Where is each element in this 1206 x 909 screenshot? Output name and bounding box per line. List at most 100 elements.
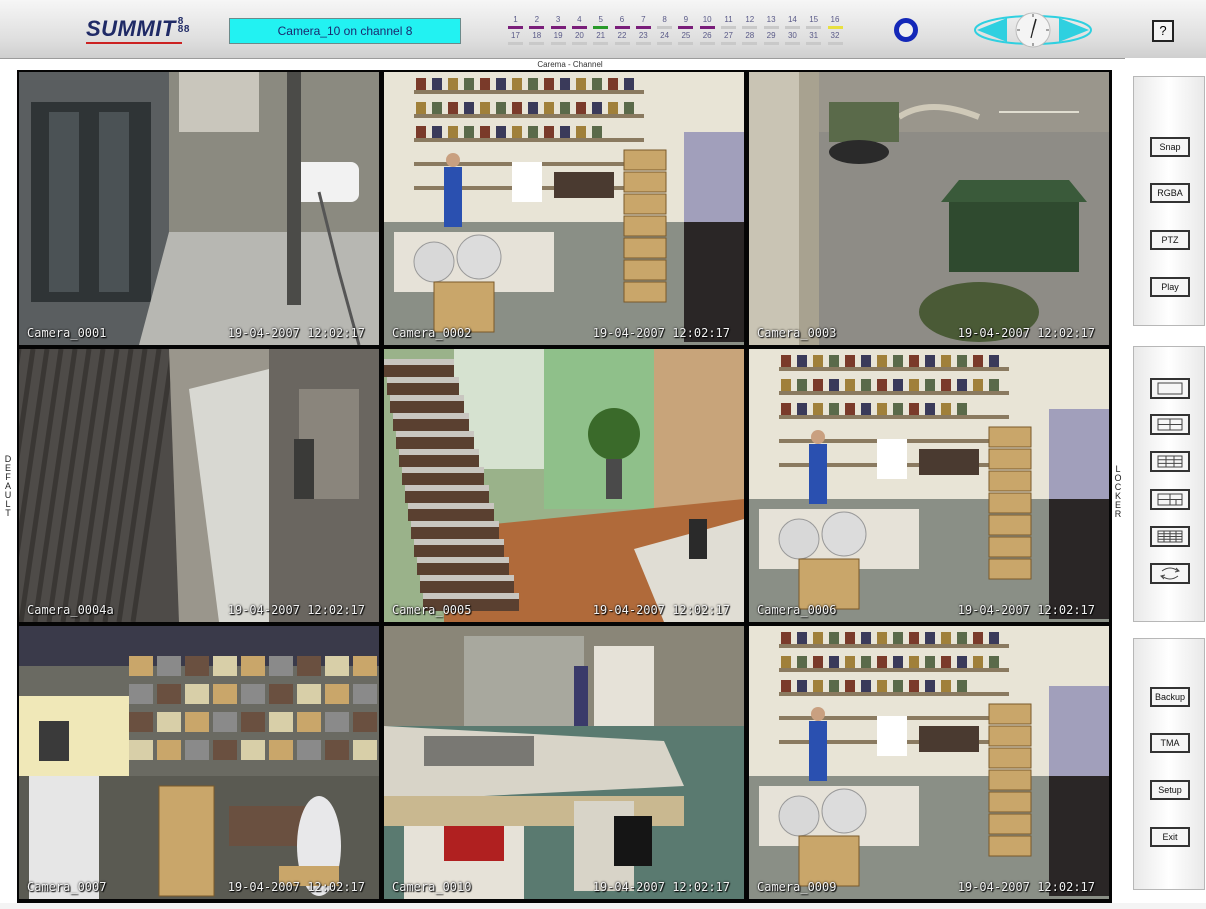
channel-21[interactable]: 21	[592, 30, 609, 45]
layout-mixed-button[interactable]	[1150, 489, 1190, 510]
play-button[interactable]: Play	[1150, 277, 1190, 297]
camera-feed-image	[384, 72, 744, 345]
channel-11[interactable]: 11	[720, 14, 737, 29]
channel-14[interactable]: 14	[784, 14, 801, 29]
channel-8[interactable]: 8	[656, 14, 673, 29]
camera-tile[interactable]: Camera_0003 19-04-2007 12:02:17	[749, 72, 1109, 345]
channel-status-bar	[721, 42, 736, 45]
channel-status-bar	[763, 26, 779, 29]
camera-tile[interactable]: Camera_0010 19-04-2007 12:02:17	[384, 626, 744, 899]
channel-number: 16	[830, 15, 840, 24]
exit-button[interactable]: Exit	[1150, 827, 1190, 847]
timestamp-overlay: 19-04-2007 12:02:17	[227, 880, 365, 894]
channel-number: 31	[809, 31, 819, 40]
channel-30[interactable]: 30	[784, 30, 801, 45]
camera-feed-image	[384, 626, 744, 899]
camera-feed-image	[749, 349, 1109, 622]
camera-name-overlay: Camera_0003	[757, 326, 837, 340]
channel-3[interactable]: 3	[550, 14, 567, 29]
channel-status-bar	[550, 26, 566, 29]
channel-status-bar	[806, 26, 822, 29]
layout-3x3-button[interactable]	[1150, 451, 1190, 472]
camera-tile[interactable]: Camera_0009 19-04-2007 12:02:17	[749, 626, 1109, 899]
channel-number: 24	[660, 31, 670, 40]
channel-12[interactable]: 12	[741, 14, 758, 29]
channel-5[interactable]: 5	[592, 14, 609, 29]
timestamp-overlay: 19-04-2007 12:02:17	[957, 880, 1095, 894]
channel-23[interactable]: 23	[635, 30, 652, 45]
layout-2x2-button[interactable]	[1150, 414, 1190, 435]
help-button[interactable]: ?	[1152, 20, 1174, 42]
channel-number: 28	[745, 31, 755, 40]
channel-number: 10	[702, 15, 712, 24]
channel-22[interactable]: 22	[614, 30, 631, 45]
world-clock-icon	[974, 12, 1092, 48]
camera-name-overlay: Camera_0004a	[27, 603, 114, 617]
channel-24[interactable]: 24	[656, 30, 673, 45]
snap-button[interactable]: Snap	[1150, 137, 1190, 157]
channel-4[interactable]: 4	[571, 14, 588, 29]
camera-grid: Camera_0001 19-04-2007 12:02:17 Camera_000…	[17, 70, 1112, 903]
timestamp-overlay: 19-04-2007 12:02:17	[957, 326, 1095, 340]
channel-28[interactable]: 28	[741, 30, 758, 45]
channel-15[interactable]: 15	[805, 14, 822, 29]
setup-button[interactable]: Setup	[1150, 780, 1190, 800]
ptz-button[interactable]: PTZ	[1150, 230, 1190, 250]
channel-27[interactable]: 27	[720, 30, 737, 45]
channel-32[interactable]: 32	[827, 30, 844, 45]
channel-31[interactable]: 31	[805, 30, 822, 45]
layout-1x1-icon	[1157, 382, 1183, 395]
channel-18[interactable]: 18	[528, 30, 545, 45]
timestamp-overlay: 19-04-2007 12:02:17	[592, 603, 730, 617]
layout-4x4-button[interactable]	[1150, 526, 1190, 547]
backup-button[interactable]: Backup	[1150, 687, 1190, 707]
rgba-button[interactable]: RGBA	[1150, 183, 1190, 203]
tma-button[interactable]: TMA	[1150, 733, 1190, 753]
layout-cycle-button[interactable]	[1150, 563, 1190, 584]
channel-2[interactable]: 2	[528, 14, 545, 29]
camera-tile[interactable]: Camera_0007 19-04-2007 12:02:17	[19, 626, 379, 899]
camera-tile[interactable]: Camera_0006 19-04-2007 12:02:17	[749, 349, 1109, 622]
channel-9[interactable]: 9	[677, 14, 694, 29]
channel-13[interactable]: 13	[763, 14, 780, 29]
channel-7[interactable]: 7	[635, 14, 652, 29]
label-letter: T	[5, 508, 11, 518]
channel-number: 19	[553, 31, 563, 40]
label-letter: R	[1114, 509, 1122, 519]
recording-ring-icon[interactable]	[894, 18, 918, 42]
channel-number: 14	[787, 15, 797, 24]
camera-name-overlay: Camera_0002	[392, 326, 472, 340]
channel-number: 21	[596, 31, 606, 40]
channel-16[interactable]: 16	[827, 14, 844, 29]
camera-tile[interactable]: Camera_0001 19-04-2007 12:02:17	[19, 72, 379, 345]
channel-status-bar	[508, 42, 523, 45]
channel-29[interactable]: 29	[763, 30, 780, 45]
layout-mixed-icon	[1157, 493, 1183, 506]
channel-1[interactable]: 1	[507, 14, 524, 29]
channel-number: 18	[532, 31, 542, 40]
camera-tile[interactable]: Camera_0004a 19-04-2007 12:02:17	[19, 349, 379, 622]
channel-status-bar	[784, 42, 800, 45]
layout-1x1-button[interactable]	[1150, 378, 1190, 399]
camera-tile[interactable]: Camera_0002 19-04-2007 12:02:17	[384, 72, 744, 345]
channel-status-bar	[742, 26, 758, 29]
channel-17[interactable]: 17	[507, 30, 524, 45]
channel-10[interactable]: 10	[699, 14, 716, 29]
channel-number: 11	[724, 15, 733, 24]
channel-number: 8	[662, 15, 667, 24]
channel-status-bar	[529, 42, 545, 45]
camera-tile[interactable]: Camera_0005 19-04-2007 12:02:17	[384, 349, 744, 622]
channel-25[interactable]: 25	[677, 30, 694, 45]
system-group: Backup TMA Setup Exit	[1133, 638, 1205, 890]
camera-name-overlay: Camera_0001	[27, 326, 107, 340]
channel-26[interactable]: 26	[699, 30, 716, 45]
timestamp-overlay: 19-04-2007 12:02:17	[227, 603, 365, 617]
channel-19[interactable]: 19	[550, 30, 567, 45]
channel-6[interactable]: 6	[614, 14, 631, 29]
logo-text: SUMMIT	[86, 16, 176, 41]
camera-feed-image	[749, 72, 1109, 345]
channel-status-bar	[721, 26, 736, 29]
channel-20[interactable]: 20	[571, 30, 588, 45]
grid-title: Carema - Channel	[537, 60, 603, 69]
channel-number: 32	[830, 31, 840, 40]
